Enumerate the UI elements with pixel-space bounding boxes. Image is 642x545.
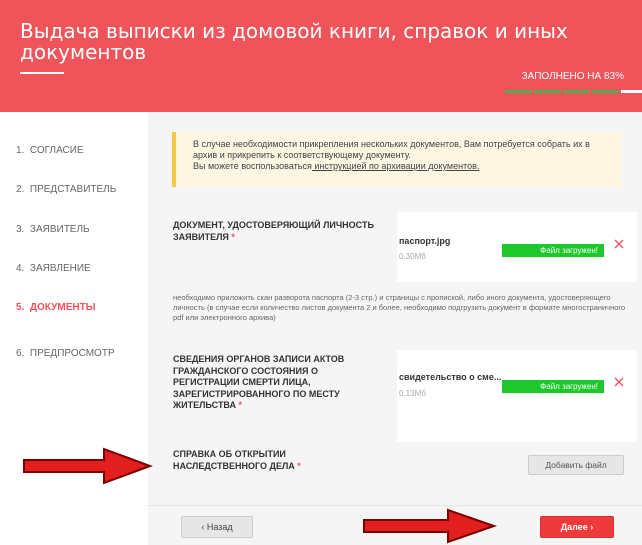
upload-status-badge: Файл загружен! — [502, 380, 604, 393]
step-representative[interactable]: 2. Представитель — [16, 184, 116, 195]
doc-label-identity: Документ, удостоверяющий личность заявит… — [173, 220, 385, 243]
step-number: 1. — [16, 145, 25, 156]
progress-segment — [563, 90, 590, 93]
archive-instructions-link[interactable]: инструкцией по архивации документов. — [312, 161, 479, 171]
back-button[interactable]: ‹ Назад — [181, 516, 253, 538]
remove-file-icon[interactable] — [613, 238, 625, 250]
progress-bar — [505, 90, 642, 93]
add-file-button[interactable]: Добавить файл — [528, 455, 624, 475]
step-number: 4. — [16, 263, 25, 274]
annotation-arrow-icon — [23, 447, 153, 485]
file-box-identity: паспорт.jpg 0.30Мб Файл загружен! — [397, 212, 637, 282]
progress-segment — [534, 90, 561, 93]
step-label: Согласие — [29, 145, 84, 156]
file-name: паспорт.jpg — [399, 236, 451, 246]
upload-status-badge: Файл загружен! — [502, 244, 604, 257]
step-number: 2. — [16, 184, 25, 195]
identity-doc-hint: необходимо приложить скан разворота пасп… — [173, 293, 626, 322]
file-name: свидетельство о сме... — [399, 372, 502, 382]
doc-label-text: Справка об открытии наследственного дела — [173, 449, 295, 471]
step-label: Предпросмотр — [29, 348, 115, 359]
file-size: 0.30Мб — [399, 252, 426, 261]
step-label: Заявитель — [29, 224, 90, 235]
doc-label-text: Сведения органов записи актов гражданско… — [173, 354, 345, 410]
step-number: 6. — [16, 348, 25, 359]
step-label: Документы — [29, 302, 96, 313]
file-box-death-record: свидетельство о сме... 0.13Мб Файл загру… — [397, 350, 637, 442]
step-label: Представитель — [29, 184, 117, 195]
archive-notice: В случае необходимости прикрепления неск… — [172, 132, 622, 187]
required-mark: * — [231, 231, 235, 242]
annotation-arrow-icon — [363, 508, 498, 544]
page-title: Выдача выписки из домовой книги, справок… — [20, 19, 568, 64]
remove-file-icon[interactable] — [613, 376, 625, 388]
progress-segment — [621, 90, 642, 93]
next-button[interactable]: Далее › — [540, 516, 614, 538]
title-underline — [20, 72, 64, 74]
progress-label: Заполнено на 83% — [521, 71, 624, 82]
step-number: 5. — [16, 302, 25, 313]
doc-label-death-record: Сведения органов записи актов гражданско… — [173, 354, 385, 412]
notice-line2: Вы можете воспользоваться инструкцией по… — [193, 161, 612, 172]
step-label: Заявление — [29, 263, 91, 274]
nav-divider — [148, 505, 642, 506]
notice-text2: Вы можете воспользоваться — [193, 161, 312, 171]
step-consent[interactable]: 1. Согласие — [16, 145, 84, 156]
required-mark: * — [238, 400, 243, 410]
step-number: 3. — [16, 224, 25, 235]
notice-text: В случае необходимости прикрепления неск… — [193, 139, 590, 160]
progress-segment — [592, 90, 619, 93]
page-header: Выдача выписки из домовой книги, справок… — [0, 0, 642, 112]
doc-label-inheritance: Справка об открытии наследственного дела… — [173, 449, 373, 472]
step-applicant[interactable]: 3. Заявитель — [16, 224, 90, 235]
step-documents[interactable]: 5. Документы — [16, 302, 96, 313]
doc-label-text: Документ, удостоверяющий личность заявит… — [173, 220, 374, 242]
required-mark: * — [297, 460, 301, 471]
progress-segment — [505, 90, 532, 93]
file-size: 0.13Мб — [399, 389, 426, 398]
step-preview[interactable]: 6. Предпросмотр — [16, 348, 115, 359]
step-statement[interactable]: 4. Заявление — [16, 263, 91, 274]
